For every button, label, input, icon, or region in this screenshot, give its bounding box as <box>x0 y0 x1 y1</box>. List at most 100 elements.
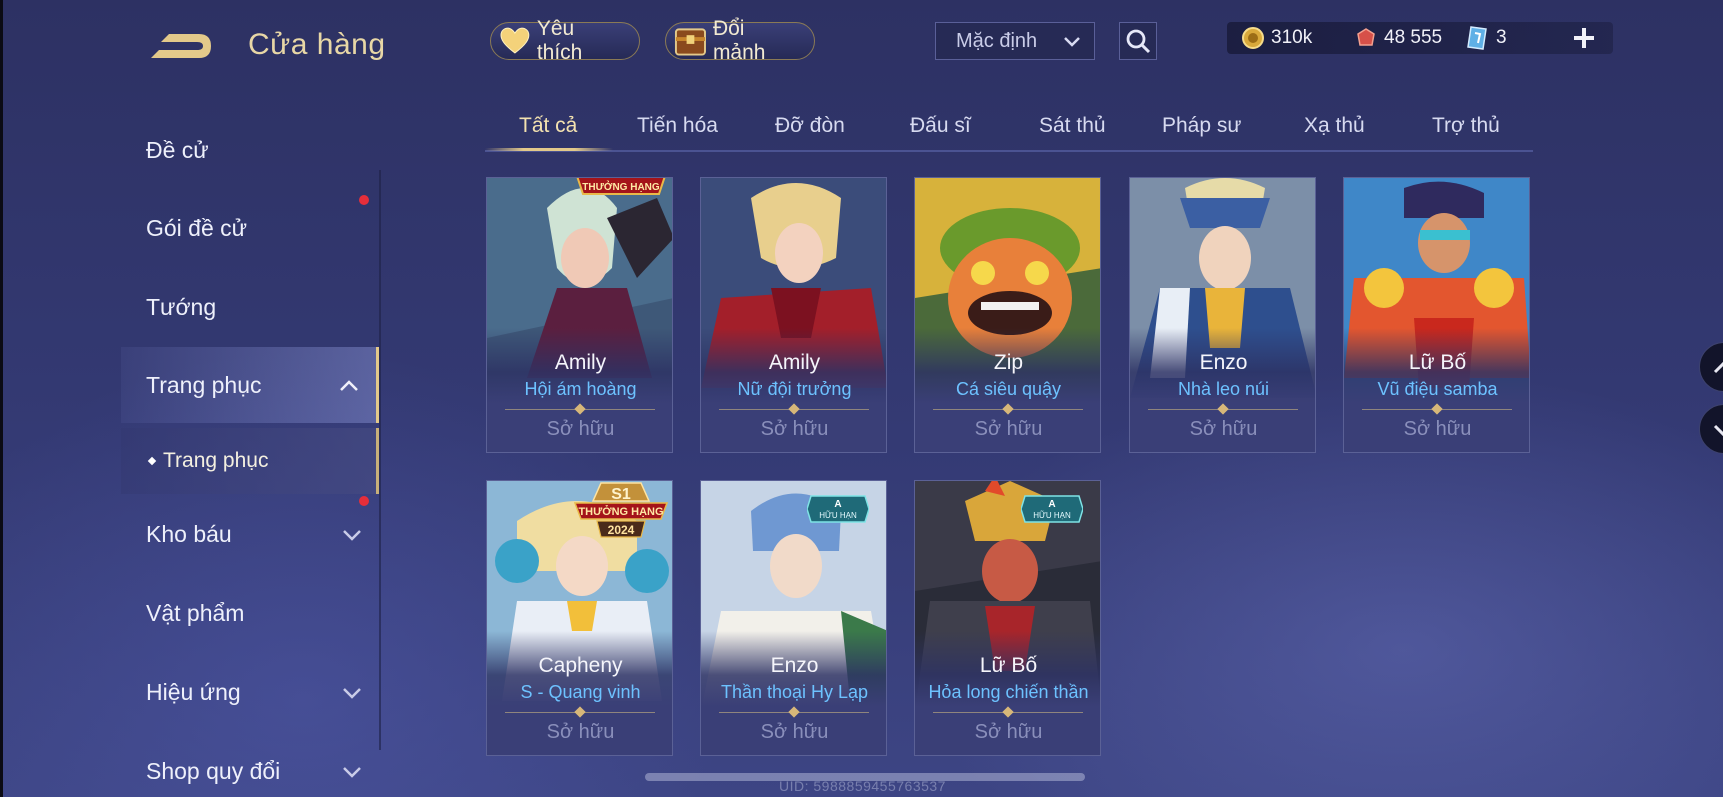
home-indicator[interactable] <box>645 773 1085 781</box>
owned-status: Sở hữu <box>1403 418 1472 440</box>
limited-badge-icon: A HỮU HẠN <box>807 495 869 523</box>
skin-name: Nữ đội trưởng <box>737 379 852 399</box>
sidebar-item-effects[interactable]: Hiệu ứng <box>121 654 379 730</box>
sidebar-item-items[interactable]: Vật phẩm <box>121 575 379 651</box>
tab-marksman[interactable]: Xạ thủ <box>1304 114 1365 138</box>
favorite-label: Yêu thích <box>536 17 583 64</box>
owned-status: Sở hữu <box>760 721 829 743</box>
gold-currency: 310k <box>1241 24 1312 52</box>
hero-name: Amily <box>768 351 821 374</box>
search-icon <box>1126 29 1151 54</box>
sort-dropdown[interactable]: Mặc định <box>935 22 1095 60</box>
sidebar-item-label: Đề cử <box>146 136 209 163</box>
heart-icon <box>500 27 530 54</box>
ticket-icon <box>1467 26 1487 50</box>
sidebar-item-treasure[interactable]: Kho báu <box>121 496 379 572</box>
owned-status: Sở hữu <box>546 418 615 440</box>
ruby-icon <box>1357 28 1375 46</box>
category-tabs: Tất cả Tiến hóa Đỡ đòn Đấu sĩ Sát thủ Ph… <box>485 104 1533 152</box>
hero-name: Lữ Bố <box>979 654 1038 677</box>
chevron-down-icon <box>1064 37 1080 47</box>
chevron-down-icon <box>343 688 361 699</box>
gold-coin-icon <box>1242 27 1264 49</box>
fragment-exchange-button[interactable]: Đổi mảnh <box>665 17 815 64</box>
sidebar-item-label: Tướng <box>146 293 217 320</box>
rank-badge-year: 2024 <box>608 523 635 537</box>
sidebar-item-recommended-packs[interactable]: Gói đề cử <box>121 190 379 266</box>
tab-mage[interactable]: Pháp sư <box>1162 114 1241 138</box>
rank-badge-label: THƯỞNG HẠNG <box>582 180 660 193</box>
sidebar-item-label: Trang phục <box>146 371 262 398</box>
hero-name: Capheny <box>538 654 623 677</box>
skin-card[interactable]: Amily Nữ đội trưởng Sở hữu <box>700 177 887 453</box>
owned-status: Sở hữu <box>760 418 829 440</box>
sidebar-item-heroes[interactable]: Tướng <box>121 269 379 345</box>
active-tab-indicator <box>485 148 613 151</box>
topup-button[interactable] <box>1571 25 1597 51</box>
scroll-up-button[interactable] <box>1699 342 1723 392</box>
plus-icon <box>1574 28 1594 48</box>
skin-card[interactable]: A HỮU HẠN Enzo Thần thoại Hy Lạp Sở hữu <box>700 480 887 756</box>
tab-evolution[interactable]: Tiến hóa <box>637 114 718 138</box>
rank-badge-season: S1 <box>611 486 631 503</box>
owned-status: Sở hữu <box>1189 418 1258 440</box>
favorite-button[interactable]: Yêu thích <box>490 17 640 64</box>
notification-dot <box>359 496 369 506</box>
search-button[interactable] <box>1119 22 1157 60</box>
hero-name: Enzo <box>770 654 819 677</box>
chevron-down-icon <box>343 530 361 541</box>
limited-badge-label: HỮU HẠN <box>1033 511 1071 520</box>
skin-name: Hội ám hoàng <box>524 379 637 399</box>
bullet-icon <box>147 456 157 466</box>
owned-status: Sở hữu <box>546 721 615 743</box>
sidebar-item-skins[interactable]: Trang phục <box>121 347 379 423</box>
rank-badge-icon: THƯỞNG HẠNG <box>576 178 666 195</box>
back-button[interactable] <box>147 26 217 66</box>
owned-status: Sở hữu <box>974 418 1043 440</box>
skin-name: Vũ điệu samba <box>1377 379 1498 399</box>
sidebar-divider <box>379 170 381 750</box>
chevron-up-icon <box>340 380 358 391</box>
skin-card[interactable]: Zip Cá siêu quậy Sở hữu <box>914 177 1101 453</box>
chest-icon <box>674 28 706 56</box>
skin-card[interactable]: THƯỞNG HẠNG Amily Hội ám hoàng Sở hữu <box>486 177 673 453</box>
tab-all[interactable]: Tất cả <box>519 114 577 138</box>
skin-card[interactable]: Lữ Bố Vũ điệu samba Sở hữu <box>1343 177 1530 453</box>
limited-badge-grade: A <box>834 499 841 510</box>
ruby-amount: 48 555 <box>1384 27 1443 48</box>
ticket-currency: 3 <box>1466 24 1507 52</box>
sidebar-item-label: Kho báu <box>146 520 232 547</box>
hero-name: Zip <box>993 351 1024 374</box>
skin-card[interactable]: Enzo Nhà leo núi Sở hữu <box>1129 177 1316 453</box>
tab-support[interactable]: Trợ thủ <box>1432 114 1500 138</box>
limited-badge-icon: A HỮU HẠN <box>1021 495 1083 523</box>
page-title: Cửa hàng <box>248 28 386 61</box>
tab-tank[interactable]: Đỡ đòn <box>775 114 845 138</box>
fragment-label: Đổi mảnh <box>712 17 766 64</box>
sidebar-item-exchange-shop[interactable]: Shop quy đổi <box>121 733 379 797</box>
tab-fighter[interactable]: Đấu sĩ <box>910 114 971 138</box>
tab-assassin[interactable]: Sát thủ <box>1039 114 1106 138</box>
sidebar-subitem-skins[interactable]: Trang phục <box>121 428 379 494</box>
limited-badge-grade: A <box>1048 499 1055 510</box>
owned-status: Sở hữu <box>974 721 1043 743</box>
sidebar-item-label: Hiệu ứng <box>146 678 241 705</box>
limited-badge-label: HỮU HẠN <box>819 511 857 520</box>
sidebar-item-label: Vật phẩm <box>146 599 245 626</box>
store-screen: Cửa hàng Yêu thích Đổi mảnh Mặc định 310… <box>0 0 1723 797</box>
skin-name: S - Quang vinh <box>520 682 641 702</box>
sidebar-item-label: Shop quy đổi <box>146 757 281 784</box>
sort-value: Mặc định <box>956 29 1038 52</box>
sidebar-subitem-label: Trang phục <box>163 449 269 472</box>
sidebar-item-label: Gói đề cử <box>146 214 248 241</box>
chevron-down-icon <box>343 767 361 778</box>
sidebar: Đề cử Gói đề cử Tướng Trang phục Trang p… <box>121 100 381 797</box>
skin-card[interactable]: S1 THƯỞNG HẠNG 2024 Capheny S - Quang vi… <box>486 480 673 756</box>
chevron-down-icon <box>1713 424 1723 437</box>
skin-card[interactable]: A HỮU HẠN Lữ Bố Hỏa long chiến thần Sở h… <box>914 480 1101 756</box>
sidebar-item-recommended[interactable]: Đề cử <box>121 112 379 188</box>
chevron-up-icon <box>1713 361 1723 374</box>
skin-name: Thần thoại Hy Lạp <box>720 682 869 702</box>
scroll-down-button[interactable] <box>1699 404 1723 454</box>
rank-badge-icon: S1 THƯỞNG HẠNG 2024 <box>573 482 669 538</box>
